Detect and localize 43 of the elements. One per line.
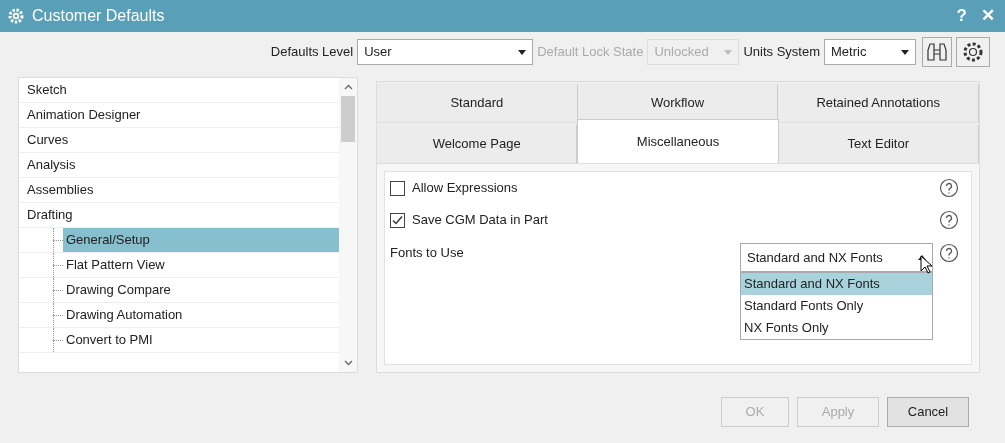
- checkbox[interactable]: [390, 180, 405, 196]
- tree-item[interactable]: Analysis: [19, 153, 339, 178]
- window-title: Customer Defaults: [32, 6, 165, 26]
- tree-item[interactable]: Flat Pattern View: [63, 253, 339, 277]
- dialog-button[interactable]: Cancel: [887, 397, 969, 427]
- tree-item[interactable]: Sketch: [19, 78, 339, 103]
- scroll-thumb[interactable]: [341, 96, 355, 142]
- caret-down-icon: [518, 49, 527, 55]
- help-icon[interactable]: [939, 210, 959, 230]
- tree-item[interactable]: General/Setup: [63, 228, 339, 252]
- field-label: Fonts to Use: [390, 244, 465, 262]
- field-label: Units System: [743, 43, 820, 62]
- scrollbar[interactable]: [339, 78, 357, 372]
- settings-icon: [961, 40, 985, 64]
- dropdown-option[interactable]: NX Fonts Only: [741, 317, 932, 339]
- tree-item[interactable]: Drawing Automation: [63, 303, 339, 327]
- tree-item[interactable]: Assemblies: [19, 178, 339, 203]
- tree-item[interactable]: Curves: [19, 128, 339, 153]
- chevron-up-icon[interactable]: [343, 84, 353, 90]
- field-label: Defaults Level: [270, 43, 354, 62]
- binoculars-button[interactable]: [922, 37, 952, 67]
- checkbox-label: Allow Expressions: [412, 179, 518, 198]
- tree-item[interactable]: Drawing Compare: [63, 278, 339, 302]
- tree-item[interactable]: Animation Designer: [19, 103, 339, 128]
- help-icon[interactable]: [939, 178, 959, 198]
- tree-item[interactable]: Convert to PMI: [63, 328, 339, 352]
- dropdown[interactable]: User: [357, 39, 534, 65]
- binoculars-icon: [926, 41, 948, 63]
- dropdown-option[interactable]: Standard and NX Fonts: [741, 273, 932, 295]
- check-icon: [392, 214, 403, 226]
- dropdown-option[interactable]: Standard Fonts Only: [741, 295, 932, 317]
- gear-icon: [8, 8, 24, 24]
- dropdown[interactable]: Standard and NX Fonts: [740, 243, 933, 272]
- field-label: Default Lock State: [537, 43, 644, 62]
- caret-down-icon: [724, 49, 733, 55]
- tab[interactable]: Miscellaneous: [577, 119, 779, 164]
- caret-down-icon: [901, 49, 909, 55]
- chevron-down-icon[interactable]: [343, 360, 353, 366]
- dropdown[interactable]: Metric: [824, 39, 916, 65]
- checkbox[interactable]: [390, 212, 405, 228]
- checkbox-label: Save CGM Data in Part: [412, 211, 548, 230]
- settings-button[interactable]: [956, 37, 990, 67]
- help-icon[interactable]: [939, 243, 959, 263]
